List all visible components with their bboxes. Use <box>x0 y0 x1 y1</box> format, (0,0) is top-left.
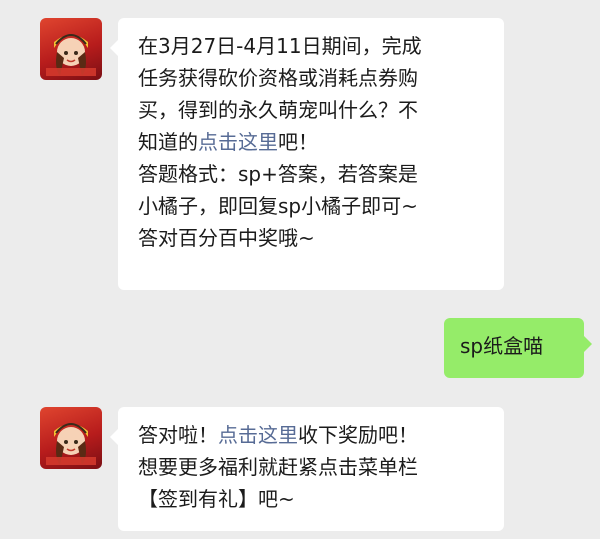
message-line: 知道的点击这里吧！ <box>138 126 488 158</box>
message-line: 答对啦！点击这里收下奖励吧！ <box>138 419 488 451</box>
message-line: 买，得到的永久萌宠叫什么？不 <box>138 98 418 122</box>
message-text: 知道的 <box>138 130 198 154</box>
message-line: 小橘子，即回复sp小橘子即可~ <box>138 194 418 218</box>
bot-avatar[interactable] <box>40 18 102 80</box>
message-line: 在3月27日-4月11日期间，完成 <box>138 34 422 58</box>
message-line: 答对百分百中奖哦~ <box>138 226 315 250</box>
my-message-bubble: sp纸盒喵 <box>444 318 592 378</box>
click-here-link[interactable]: 点击这里 <box>218 423 298 447</box>
bot-message-bubble: 答对啦！点击这里收下奖励吧！ 想要更多福利就赶紧点击菜单栏 【签到有礼】吧~ <box>110 407 504 531</box>
bot-avatar[interactable] <box>40 407 102 469</box>
bot-message-bubble: 在3月27日-4月11日期间，完成 任务获得砍价资格或消耗点券购 买，得到的永久… <box>110 18 504 290</box>
message-line: 任务获得砍价资格或消耗点券购 <box>138 66 418 90</box>
message-line: 答题格式：sp+答案，若答案是 <box>138 162 418 186</box>
message-text: 收下奖励吧！ <box>298 423 418 447</box>
message-line: 【签到有礼】吧~ <box>138 487 295 511</box>
message-text: 吧！ <box>278 130 318 154</box>
message-text: 答对啦！ <box>138 423 218 447</box>
message-text: sp纸盒喵 <box>460 334 544 358</box>
message-line: 想要更多福利就赶紧点击菜单栏 <box>138 455 418 479</box>
click-here-link[interactable]: 点击这里 <box>198 130 278 154</box>
